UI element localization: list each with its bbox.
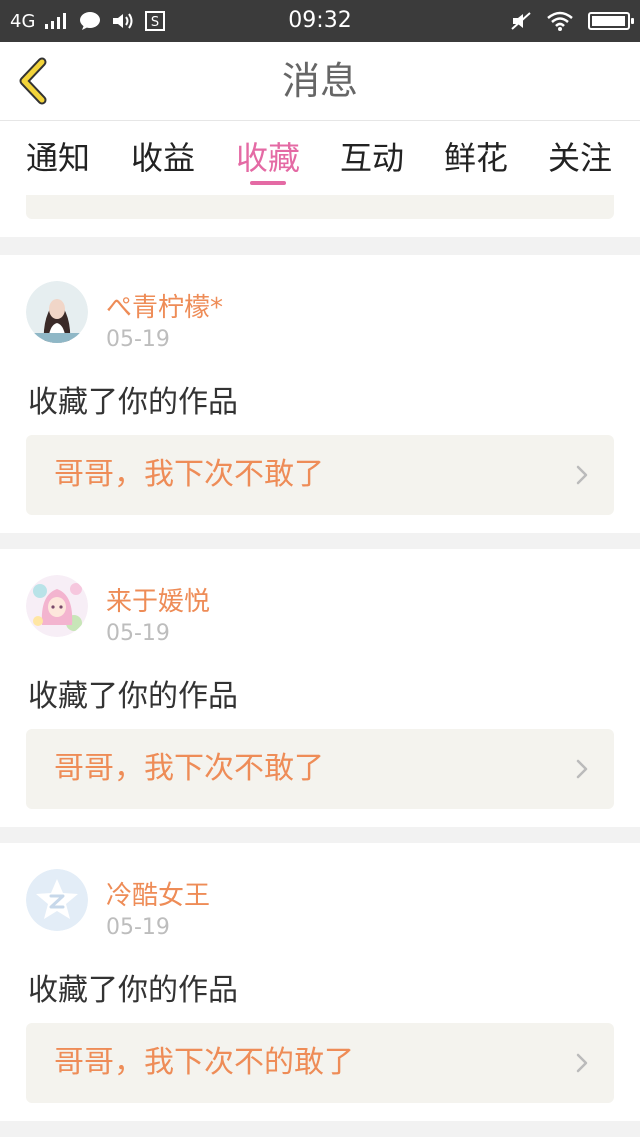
work-title: 哥哥，我下次不的敢了: [54, 1045, 354, 1080]
tab-favorites[interactable]: 收藏: [216, 133, 320, 179]
work-title: 哥哥，我下次不敢了: [54, 751, 324, 786]
work-link-partial[interactable]: [26, 195, 614, 219]
work-link[interactable]: 哥哥，我下次不敢了: [26, 729, 614, 809]
action-text: 收藏了你的作品: [28, 973, 238, 1008]
work-title: 哥哥，我下次不敢了: [54, 457, 324, 492]
tab-interactions[interactable]: 互动: [320, 133, 424, 179]
mute-icon: [511, 12, 531, 30]
timestamp: 05-19: [106, 621, 170, 646]
avatar[interactable]: [26, 869, 88, 931]
timestamp: 05-19: [106, 327, 170, 352]
tab-notifications[interactable]: 通知: [6, 133, 110, 179]
work-link[interactable]: 哥哥，我下次不敢了: [26, 435, 614, 515]
list-item-partial: [0, 195, 640, 237]
header: 消息: [0, 42, 640, 121]
wifi-icon: [547, 11, 573, 31]
timestamp: 05-19: [106, 915, 170, 940]
action-text: 收藏了你的作品: [28, 679, 238, 714]
action-text: 收藏了你的作品: [28, 385, 238, 420]
chevron-right-icon: [576, 465, 588, 485]
page-title: 消息: [281, 59, 358, 103]
status-bar: 4G S 09:32: [0, 0, 640, 42]
tab-following[interactable]: 关注: [528, 133, 632, 179]
list-item: 冷酷女王 05-19 收藏了你的作品 哥哥，我下次不的敢了: [0, 843, 640, 1121]
status-right: [510, 0, 634, 42]
username[interactable]: 来于媛悦: [106, 581, 210, 618]
chevron-right-icon: [576, 759, 588, 779]
username[interactable]: 冷酷女王: [106, 875, 210, 912]
avatar[interactable]: [26, 281, 88, 343]
default-avatar-icon: [26, 869, 88, 931]
battery-icon: [588, 12, 634, 30]
list-item: 来于媛悦 05-19 收藏了你的作品 哥哥，我下次不敢了: [0, 549, 640, 827]
work-link[interactable]: 哥哥，我下次不的敢了: [26, 1023, 614, 1103]
message-list: ぺ青柠檬* 05-19 收藏了你的作品 哥哥，我下次不敢了 来于媛悦 05-19…: [0, 195, 640, 1138]
active-tab-indicator: [250, 181, 286, 185]
avatar[interactable]: [26, 575, 88, 637]
tab-earnings[interactable]: 收益: [111, 133, 215, 179]
chevron-right-icon: [576, 1053, 588, 1073]
username[interactable]: ぺ青柠檬*: [106, 287, 223, 324]
list-item: ぺ青柠檬* 05-19 收藏了你的作品 哥哥，我下次不敢了: [0, 255, 640, 533]
tab-bar: 通知 收益 收藏 互动 鲜花 关注: [0, 121, 640, 195]
tab-flowers[interactable]: 鲜花: [424, 133, 528, 179]
